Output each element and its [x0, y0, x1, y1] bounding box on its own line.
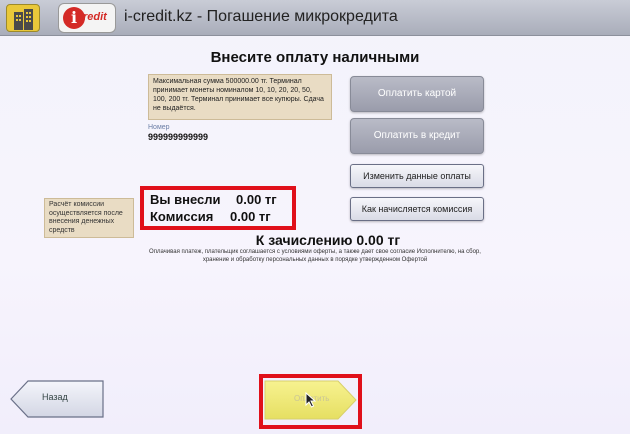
commission-value: 0.00 тг [230, 209, 271, 224]
number-value: 999999999999 [148, 132, 209, 142]
total-value: 0.00 тг [356, 232, 401, 248]
building-icon [14, 9, 33, 30]
commission-row: Комиссия 0.00 тг [150, 209, 271, 224]
paid-summary-box: Вы внесли 0.00 тг Комиссия 0.00 тг [140, 186, 296, 230]
logo-mark: i [63, 7, 85, 29]
page-title: i-credit.kz - Погашение микрокредита [124, 8, 398, 25]
number-label: Номер [148, 124, 170, 131]
back-button[interactable]: Назад [10, 380, 104, 418]
total-to-credit: К зачислению 0.00 тг [0, 232, 630, 248]
paid-row: Вы внесли 0.00 тг [150, 192, 277, 207]
total-label: К зачислению [255, 232, 353, 248]
title-bar: i redit i-credit.kz - Погашение микрокре… [0, 0, 630, 36]
pay-card-button[interactable]: Оплатить картой [350, 76, 484, 112]
icredit-logo: i redit [58, 3, 116, 33]
commission-label: Комиссия [150, 209, 214, 224]
back-label: Назад [42, 392, 68, 402]
change-data-button[interactable]: Изменить данные оплаты [350, 164, 484, 188]
pay-credit-button[interactable]: Оплатить в кредит [350, 118, 484, 154]
paid-value: 0.00 тг [236, 192, 277, 207]
offer-text: Оплачивая платеж, плательщик соглашается… [149, 249, 481, 263]
mouse-cursor-icon [305, 392, 317, 408]
payment-heading: Внесите оплату наличными [210, 49, 420, 66]
paid-label: Вы внесли [150, 192, 221, 207]
how-commission-button[interactable]: Как начисляется комиссия [350, 197, 484, 221]
accepted-money-info: Максимальная сумма 500000.00 тг. Термина… [148, 74, 332, 120]
logo-text: redit [83, 11, 107, 23]
home-button[interactable] [6, 4, 40, 32]
